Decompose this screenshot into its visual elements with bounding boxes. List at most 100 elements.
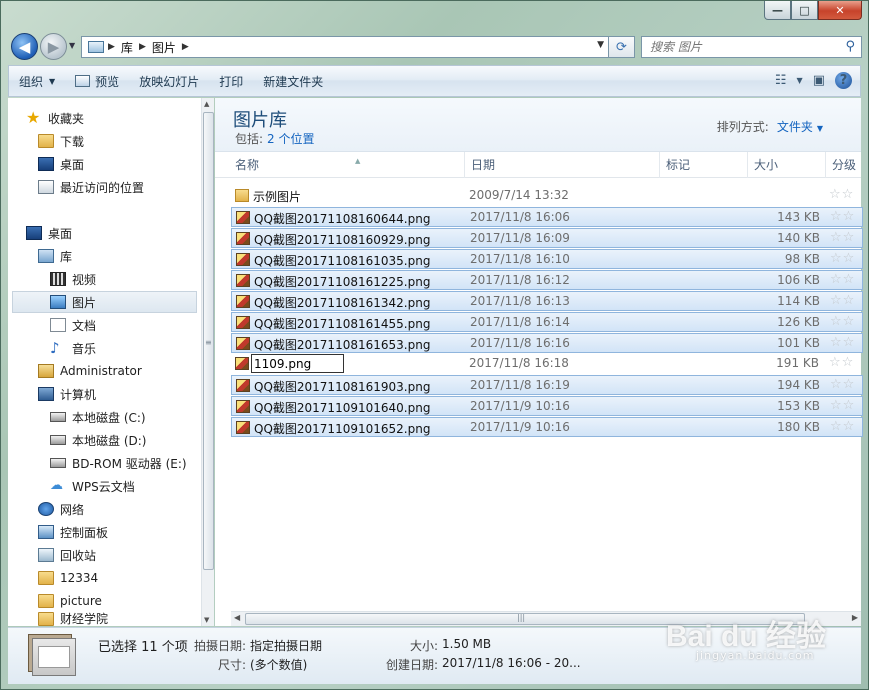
column-name[interactable]: 名称 ▲ [229, 152, 465, 178]
file-row[interactable]: QQ截图20171108160644.png 2017/11/8 16:06 1… [231, 207, 863, 227]
breadcrumb-separator[interactable]: ▶ [137, 42, 148, 52]
breadcrumb-library[interactable]: 库 [117, 39, 137, 56]
file-row[interactable]: QQ截图20171108161903.png 2017/11/8 16:19 1… [231, 375, 863, 395]
print-button[interactable]: 打印 [209, 66, 253, 96]
search-input[interactable] [650, 40, 830, 54]
scroll-left-icon[interactable]: ◀ [234, 613, 240, 622]
nav-favorites[interactable]: ★ 收藏夹 [26, 107, 84, 129]
view-dropdown-icon[interactable]: ▼ [797, 76, 803, 85]
breadcrumb-pictures[interactable]: 图片 [148, 39, 180, 56]
nav-wps-cloud[interactable]: ☁ WPS云文档 [50, 475, 135, 497]
rating-stars[interactable]: ☆☆ [830, 314, 864, 329]
address-dropdown-icon[interactable]: ▼ [597, 40, 604, 50]
breadcrumb-separator[interactable]: ▶ [180, 42, 191, 52]
file-name: QQ截图20171108160929.png [254, 233, 431, 247]
rating-stars[interactable]: ☆☆ [830, 230, 864, 245]
rating-stars[interactable]: ☆☆ [830, 398, 864, 413]
nav-desktop-fav[interactable]: 桌面 [38, 153, 84, 175]
back-button[interactable]: ◀ [11, 33, 38, 60]
selection-thumbnail [28, 634, 78, 678]
scroll-down-icon[interactable]: ▼ [204, 616, 209, 624]
folder-row[interactable]: 示例图片 2009/7/14 13:32 ☆☆ [231, 186, 863, 206]
rating-stars[interactable]: ☆☆ [829, 355, 863, 370]
rating-stars[interactable]: ☆☆ [830, 419, 864, 434]
change-view-icon[interactable]: ☷ [775, 73, 787, 88]
breadcrumb-separator[interactable]: ▶ [106, 42, 117, 52]
nav-administrator[interactable]: Administrator [38, 360, 142, 382]
column-date[interactable]: 日期 [465, 152, 660, 178]
rating-stars[interactable]: ☆☆ [829, 187, 863, 202]
nav-computer[interactable]: 计算机 [38, 383, 96, 405]
forward-button[interactable]: ▶ [40, 33, 67, 60]
rating-stars[interactable]: ☆☆ [830, 209, 864, 224]
desktop-icon [38, 157, 54, 171]
nav-drive-e[interactable]: BD-ROM 驱动器 (E:) [50, 452, 187, 474]
nav-scrollbar[interactable]: ▲ ≡ ▼ [201, 98, 214, 626]
nav-control-panel[interactable]: 控制面板 [38, 521, 108, 543]
column-rating[interactable]: 分级 [826, 152, 866, 178]
scroll-up-icon[interactable]: ▲ [204, 100, 209, 108]
nav-drive-d[interactable]: 本地磁盘 (D:) [50, 429, 146, 451]
file-row[interactable]: QQ截图20171109101652.png 2017/11/9 10:16 1… [231, 417, 863, 437]
organize-button[interactable]: 组织 ▼ [9, 66, 65, 96]
nav-recent-places[interactable]: 最近访问的位置 [38, 176, 144, 198]
nav-folder-12334[interactable]: 12334 [38, 567, 98, 589]
rename-input[interactable] [251, 354, 344, 373]
file-name: QQ截图20171109101652.png [254, 422, 431, 436]
nav-videos[interactable]: 视频 [50, 268, 96, 290]
nav-label: 财经学院 [60, 612, 109, 626]
close-button[interactable]: ✕ [818, 1, 862, 20]
column-tags[interactable]: 标记 [660, 152, 748, 178]
rating-stars[interactable]: ☆☆ [830, 293, 864, 308]
recent-places-icon [38, 180, 54, 194]
nav-folder-finance[interactable]: 财经学院 [38, 611, 108, 626]
rating-stars[interactable]: ☆☆ [830, 251, 864, 266]
preview-pane-icon[interactable]: ▣ [813, 73, 825, 88]
refresh-button[interactable]: ⟳ [609, 36, 635, 58]
file-size: 101 KB [777, 336, 820, 350]
file-row-renaming[interactable]: 2017/11/8 16:18 191 KB ☆☆ [231, 354, 863, 374]
nav-network[interactable]: 网络 [38, 498, 84, 520]
library-icon [38, 249, 54, 263]
column-size[interactable]: 大小 [748, 152, 826, 178]
includes-locations-link[interactable]: 2 个位置 [267, 132, 314, 146]
new-folder-button[interactable]: 新建文件夹 [253, 66, 333, 96]
search-box[interactable]: ⚲ [641, 36, 862, 58]
file-row[interactable]: QQ截图20171108161653.png 2017/11/8 16:16 1… [231, 333, 863, 353]
nav-pictures[interactable]: 图片 [12, 291, 197, 313]
arrange-by-dropdown[interactable]: 文件夹 [777, 120, 813, 134]
file-row[interactable]: QQ截图20171108161035.png 2017/11/8 16:10 9… [231, 249, 863, 269]
nav-recycle-bin[interactable]: 回收站 [38, 544, 96, 566]
chevron-down-icon[interactable]: ▼ [817, 124, 823, 133]
file-date: 2017/11/8 16:06 [470, 210, 570, 224]
scroll-right-icon[interactable]: ▶ [852, 613, 858, 622]
recent-pages-dropdown[interactable]: ▼ [69, 41, 75, 50]
file-row[interactable]: QQ截图20171109101640.png 2017/11/9 10:16 1… [231, 396, 863, 416]
file-size: 98 KB [784, 252, 820, 266]
png-file-icon [236, 421, 250, 434]
file-row[interactable]: QQ截图20171108161342.png 2017/11/8 16:13 1… [231, 291, 863, 311]
maximize-button[interactable]: □ [791, 1, 818, 20]
search-icon[interactable]: ⚲ [845, 39, 855, 54]
nav-downloads[interactable]: 下载 [38, 130, 84, 152]
minimize-button[interactable]: — [764, 1, 791, 20]
date-taken-value[interactable]: 指定拍摄日期 [250, 637, 322, 654]
nav-folder-picture[interactable]: picture [38, 590, 102, 612]
address-bar[interactable]: ▶ 库 ▶ 图片 ▶ ▼ [81, 36, 609, 58]
rating-stars[interactable]: ☆☆ [830, 272, 864, 287]
nav-music[interactable]: ♪ 音乐 [50, 337, 96, 359]
rating-stars[interactable]: ☆☆ [830, 377, 864, 392]
slideshow-button[interactable]: 放映幻灯片 [129, 66, 209, 96]
file-date: 2017/11/9 10:16 [470, 420, 570, 434]
nav-drive-c[interactable]: 本地磁盘 (C:) [50, 406, 146, 428]
file-row[interactable]: QQ截图20171108160929.png 2017/11/8 16:09 1… [231, 228, 863, 248]
file-row[interactable]: QQ截图20171108161225.png 2017/11/8 16:12 1… [231, 270, 863, 290]
nav-desktop[interactable]: 桌面 [26, 222, 72, 244]
preview-button[interactable]: 预览 [65, 66, 129, 96]
help-icon[interactable]: ? [835, 72, 852, 89]
file-row[interactable]: QQ截图20171108161455.png 2017/11/8 16:14 1… [231, 312, 863, 332]
rating-stars[interactable]: ☆☆ [830, 335, 864, 350]
nav-documents[interactable]: 文档 [50, 314, 96, 336]
nav-libraries[interactable]: 库 [38, 245, 72, 267]
explorer-window: — □ ✕ ◀ ▶ ▼ ▶ 库 ▶ 图片 ▶ ▼ ⟳ ⚲ 组织 ▼ 预览 放映幻灯… [0, 0, 869, 690]
